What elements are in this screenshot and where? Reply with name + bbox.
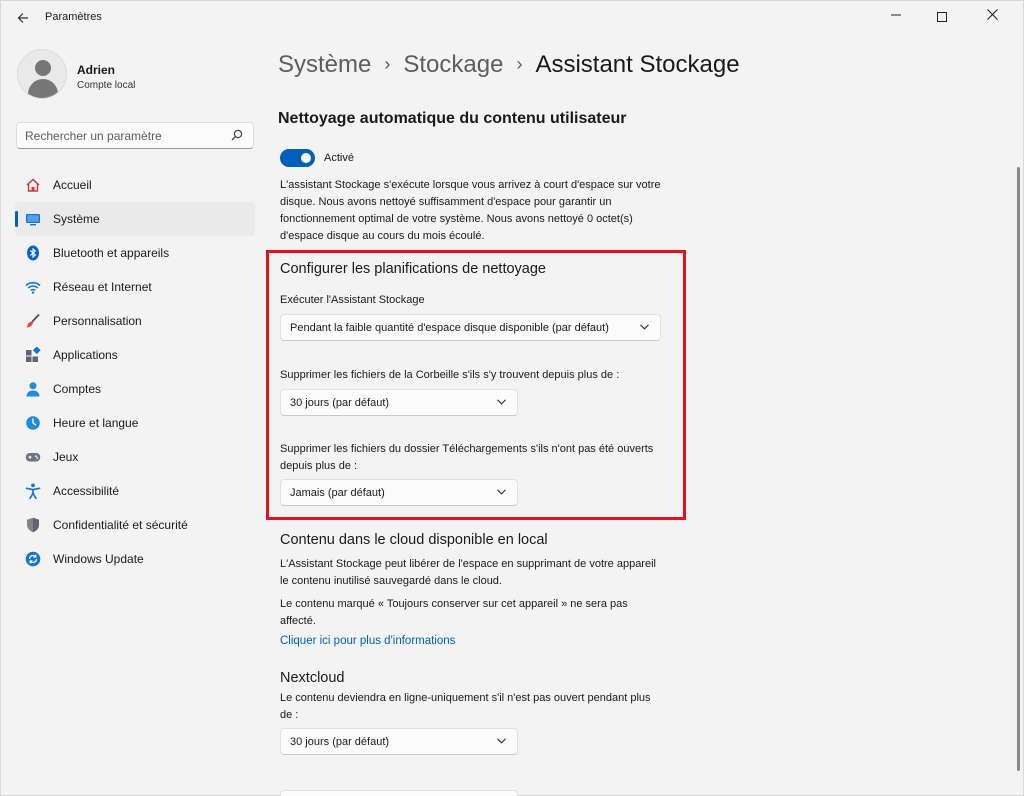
page-title: Assistant Stockage [535,51,740,78]
sidebar-item-label: Jeux [53,450,79,464]
sidebar-item-applications[interactable]: Applications [15,338,255,372]
sidebar-item-label: Réseau et Internet [53,280,152,294]
recycle-bin-dropdown[interactable]: 30 jours (par défaut) [280,389,518,416]
user-name: Adrien [77,63,116,77]
user-profile[interactable]: Adrien Compte local [17,49,257,105]
sidebar-item-label: Comptes [53,382,102,396]
recycle-bin-label: Supprimer les fichiers de la Corbeille s… [280,369,620,381]
sidebar-item-label: Accessibilité [53,484,120,498]
sidebar-item-label: Windows Update [53,552,144,566]
run-storage-sense-label: Exécuter l'Assistant Stockage [280,294,425,306]
gamepad-icon [25,453,41,462]
back-arrow-icon [17,13,28,23]
sidebar-item-windows-update[interactable]: Windows Update [15,542,255,576]
downloads-label: Supprimer les fichiers du dossier Téléch… [280,443,654,472]
apps-icon [26,347,41,362]
home-icon [26,178,40,192]
system-icon [26,214,40,226]
settings-window: Paramètres Adrien Compte local Accueil [0,0,1024,796]
cloud-note: Le contenu marqué « Toujours conserver s… [280,598,628,627]
search-input[interactable] [25,127,225,145]
sidebar-item-label: Système [53,212,100,226]
sidebar-item-heure-langue[interactable]: Heure et langue [15,406,255,440]
sidebar-item-label: Heure et langue [53,416,139,430]
shield-icon [27,517,39,533]
chevron-down-icon [497,399,506,405]
toggle-state-label: Activé [324,152,354,164]
auto-cleanup-toggle[interactable] [280,149,315,167]
search-icon [231,129,243,141]
sidebar-item-label: Confidentialité et sécurité [53,518,188,532]
sidebar-item-systeme[interactable]: Système [15,202,255,236]
dropdown-value: 30 jours (par défaut) [290,397,390,409]
app-title: Paramètres [45,11,102,23]
sidebar-nav: Accueil Système Bluetooth et appareils R… [15,168,255,576]
close-icon [986,9,998,20]
sidebar-item-label: Personnalisation [53,314,142,328]
dropdown-value: Jamais (par défaut) [290,487,385,499]
sidebar-item-personnalisation[interactable]: Personnalisation [15,304,255,338]
account-type: Compte local [77,80,136,91]
minimize-button[interactable] [873,1,919,31]
search-box[interactable] [16,122,254,149]
breadcrumb-systeme[interactable]: Système [278,51,371,78]
nextcloud-description: Le contenu deviendra en ligne-uniquement… [280,692,651,721]
back-button[interactable] [9,7,37,29]
update-icon [25,551,41,567]
sidebar-item-accessibilite[interactable]: Accessibilité [15,474,255,508]
sidebar-item-label: Bluetooth et appareils [53,246,170,260]
accessibility-icon [25,483,41,499]
run-frequency-dropdown[interactable]: Pendant la faible quantité d'espace disq… [280,314,661,341]
minimize-icon [891,14,901,16]
chevron-right-icon: › [516,54,523,74]
auto-cleanup-description: L'assistant Stockage s'exécute lorsque v… [280,179,661,242]
chevron-down-icon [640,324,649,330]
next-dropdown-partial[interactable] [280,790,518,796]
toggle-knob [301,153,311,163]
cloud-heading: Contenu dans le cloud disponible en loca… [280,532,548,548]
avatar [17,49,67,99]
sidebar-item-reseau[interactable]: Réseau et Internet [15,270,255,304]
sidebar-item-label: Accueil [53,178,92,192]
dropdown-value: Pendant la faible quantité d'espace disq… [290,322,609,334]
scrollbar[interactable] [1017,167,1020,771]
wifi-icon [25,281,41,294]
sidebar-item-label: Applications [53,348,118,362]
close-button[interactable] [969,1,1015,31]
cloud-description: L'Assistant Stockage peut libérer de l'e… [280,558,656,587]
more-info-link[interactable]: Cliquer ici pour plus d'informations [280,635,455,647]
sidebar-item-confidentialite[interactable]: Confidentialité et sécurité [15,508,255,542]
brush-icon [26,313,40,328]
breadcrumb: Système › Stockage › Assistant Stockage [278,51,740,79]
breadcrumb-stockage[interactable]: Stockage [403,51,503,78]
nextcloud-dropdown[interactable]: 30 jours (par défaut) [280,728,518,755]
downloads-dropdown[interactable]: Jamais (par défaut) [280,479,518,506]
chevron-down-icon [497,738,506,744]
chevron-right-icon: › [384,54,391,74]
chevron-down-icon [497,489,506,495]
auto-cleanup-heading: Nettoyage automatique du contenu utilisa… [278,110,627,127]
maximize-icon [937,11,947,22]
schedule-heading: Configurer les planifications de nettoya… [280,261,546,277]
title-bar: Paramètres [1,1,1023,33]
dropdown-value: 30 jours (par défaut) [290,736,390,748]
sidebar-item-accueil[interactable]: Accueil [15,168,255,202]
sidebar-item-bluetooth[interactable]: Bluetooth et appareils [15,236,255,270]
account-icon [26,382,40,397]
nextcloud-heading: Nextcloud [280,670,345,686]
avatar-head-shape [35,60,51,76]
clock-globe-icon [26,416,40,430]
avatar-body-shape [28,79,58,98]
maximize-button[interactable] [919,1,965,31]
sidebar-item-comptes[interactable]: Comptes [15,372,255,406]
bluetooth-icon [27,245,39,261]
sidebar-item-jeux[interactable]: Jeux [15,440,255,474]
